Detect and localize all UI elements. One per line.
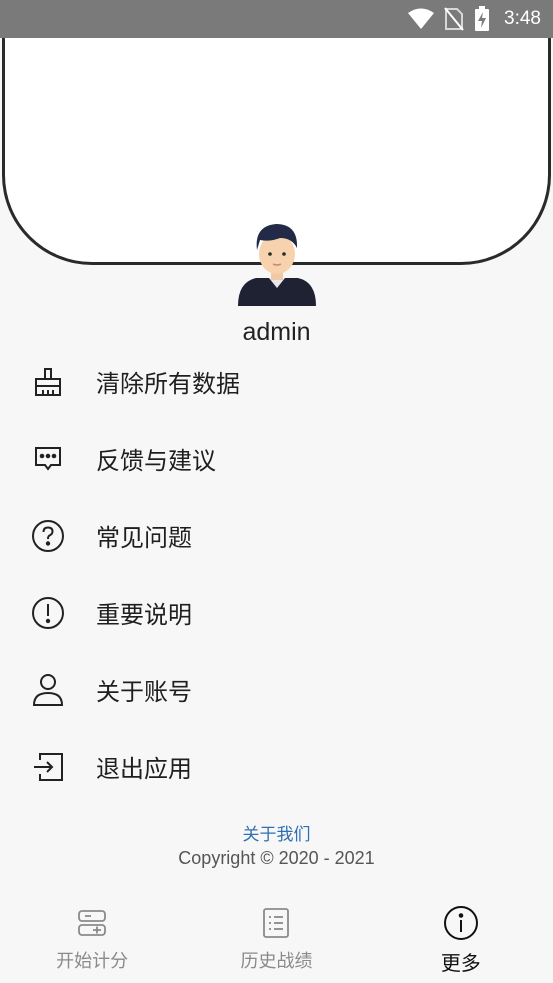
copyright-text: Copyright © 2020 - 2021: [178, 848, 375, 868]
avatar[interactable]: [236, 220, 318, 306]
list-icon: [256, 903, 296, 943]
tab-label: 更多: [440, 951, 481, 975]
logout-icon: [30, 749, 66, 785]
tab-label: 开始计分: [56, 951, 129, 972]
menu-item-label: 清除所有数据: [96, 370, 240, 398]
battery-charging-icon: [475, 6, 490, 31]
person-icon: [30, 672, 66, 708]
settings-menu: 清除所有数据 反馈与建议 常见问题 重要说明 关于账号 退出应用: [0, 343, 553, 805]
tab-history[interactable]: 历史战绩: [184, 895, 368, 983]
bottom-tab-bar: 开始计分 历史战绩 更多: [0, 895, 553, 983]
status-time: 3:48: [504, 8, 541, 29]
feedback-icon: [30, 441, 66, 477]
info-circle-icon: [441, 903, 481, 943]
tab-start-scoring[interactable]: 开始计分: [0, 895, 184, 983]
menu-item-label: 退出应用: [96, 755, 192, 783]
tab-label: 历史战绩: [240, 951, 313, 972]
menu-item-exit-app[interactable]: 退出应用: [0, 728, 553, 805]
scoreboard-icon: [72, 903, 112, 943]
menu-item-label: 关于账号: [96, 678, 192, 706]
exclamation-circle-icon: [30, 595, 66, 631]
menu-item-feedback[interactable]: 反馈与建议: [0, 420, 553, 497]
wifi-icon: [408, 8, 435, 29]
menu-item-label: 重要说明: [96, 601, 192, 629]
menu-item-clear-data[interactable]: 清除所有数据: [0, 343, 553, 420]
menu-item-important-notes[interactable]: 重要说明: [0, 574, 553, 651]
broom-icon: [30, 364, 66, 400]
menu-item-faq[interactable]: 常见问题: [0, 497, 553, 574]
menu-item-label: 常见问题: [96, 524, 192, 552]
menu-item-label: 反馈与建议: [96, 447, 216, 475]
tab-more[interactable]: 更多: [369, 895, 553, 983]
no-sim-icon: [444, 7, 464, 31]
about-us-link[interactable]: 关于我们: [0, 820, 553, 845]
question-circle-icon: [30, 518, 66, 554]
status-bar: 3:48: [0, 0, 553, 38]
menu-item-account[interactable]: 关于账号: [0, 651, 553, 728]
